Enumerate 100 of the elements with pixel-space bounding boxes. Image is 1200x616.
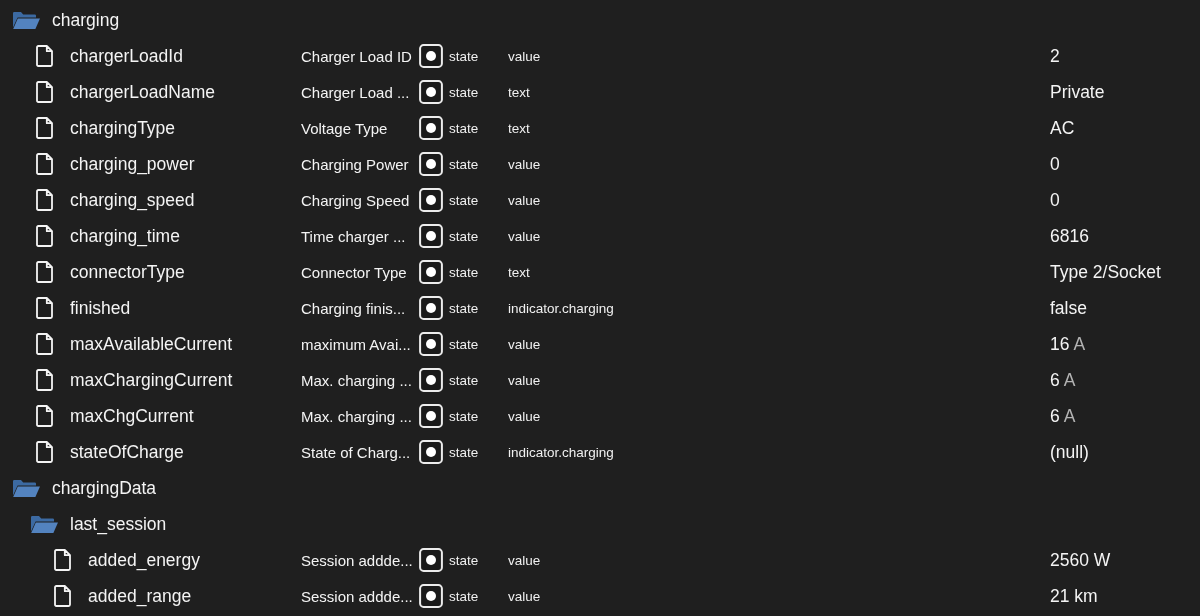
object-type: state bbox=[449, 228, 479, 244]
object-name[interactable]: added_range bbox=[88, 585, 192, 607]
value-unit: A bbox=[1063, 405, 1076, 426]
object-description: Charging Speed bbox=[301, 191, 410, 209]
object-description: Charger Load ... bbox=[301, 83, 410, 101]
object-name[interactable]: added_energy bbox=[88, 549, 200, 571]
dot-square-icon bbox=[419, 188, 443, 212]
object-role: value bbox=[508, 156, 541, 172]
object-name[interactable]: maxChargingCurrent bbox=[70, 369, 233, 391]
object-name[interactable]: chargerLoadName bbox=[70, 81, 215, 103]
object-name[interactable]: charging_speed bbox=[70, 189, 195, 211]
dot-square-icon bbox=[419, 548, 443, 572]
object-type: state bbox=[449, 300, 479, 316]
object-name[interactable]: maxChgCurrent bbox=[70, 405, 194, 427]
file-icon bbox=[35, 81, 53, 103]
object-description: maximum Avai... bbox=[301, 335, 411, 353]
file-icon bbox=[35, 45, 53, 67]
object-role: value bbox=[508, 228, 541, 244]
object-name[interactable]: chargingData bbox=[52, 477, 157, 499]
folder-icon[interactable] bbox=[29, 514, 59, 534]
dot-square-icon bbox=[419, 584, 443, 608]
file-icon bbox=[35, 261, 53, 283]
object-value: 16 bbox=[1050, 333, 1070, 354]
object-description: Max. charging ... bbox=[301, 371, 412, 389]
object-description: Charging finis... bbox=[301, 299, 406, 317]
object-value: 0 bbox=[1050, 153, 1060, 174]
object-value: Private bbox=[1050, 81, 1105, 102]
file-icon bbox=[53, 585, 71, 607]
object-value: 2 bbox=[1050, 45, 1060, 66]
dot-square-icon bbox=[419, 44, 443, 68]
object-role: value bbox=[508, 336, 541, 352]
object-value: false bbox=[1050, 297, 1087, 318]
file-icon bbox=[35, 117, 53, 139]
object-name[interactable]: finished bbox=[70, 297, 131, 319]
object-name[interactable]: charging_power bbox=[70, 153, 195, 175]
object-value: 6 bbox=[1050, 405, 1060, 426]
object-type: state bbox=[449, 120, 479, 136]
file-icon bbox=[35, 297, 53, 319]
file-icon bbox=[35, 189, 53, 211]
object-name[interactable]: stateOfCharge bbox=[70, 441, 184, 463]
file-icon bbox=[35, 333, 53, 355]
object-description: Connector Type bbox=[301, 263, 407, 281]
file-icon bbox=[35, 405, 53, 427]
object-description: Session addde... bbox=[301, 551, 413, 569]
dot-square-icon bbox=[419, 260, 443, 284]
object-type: state bbox=[449, 84, 479, 100]
file-icon bbox=[35, 369, 53, 391]
object-description: Charger Load ID bbox=[301, 47, 412, 65]
dot-square-icon bbox=[419, 404, 443, 428]
folder-icon[interactable] bbox=[11, 478, 41, 498]
object-type: state bbox=[449, 372, 479, 388]
dot-square-icon bbox=[419, 224, 443, 248]
object-value: 2560 W bbox=[1050, 549, 1111, 570]
object-role: value bbox=[508, 192, 541, 208]
object-description: Max. charging ... bbox=[301, 407, 412, 425]
object-value: 6 bbox=[1050, 369, 1060, 390]
object-value: AC bbox=[1050, 117, 1075, 138]
object-role: value bbox=[508, 408, 541, 424]
dot-square-icon bbox=[419, 332, 443, 356]
object-description: Time charger ... bbox=[301, 227, 406, 245]
dot-square-icon bbox=[419, 152, 443, 176]
object-value: 21 km bbox=[1050, 585, 1098, 606]
object-value: 0 bbox=[1050, 189, 1060, 210]
object-role: text bbox=[508, 84, 530, 100]
dot-square-icon bbox=[419, 296, 443, 320]
value-unit: A bbox=[1063, 369, 1076, 390]
dot-square-icon bbox=[419, 116, 443, 140]
object-value: Type 2/Socket bbox=[1050, 261, 1161, 282]
object-type: state bbox=[449, 552, 479, 568]
object-type: state bbox=[449, 264, 479, 280]
object-description: State of Charg... bbox=[301, 443, 411, 461]
object-name[interactable]: chargerLoadId bbox=[70, 45, 183, 67]
object-role: indicator.charging bbox=[508, 300, 614, 316]
file-icon bbox=[35, 441, 53, 463]
folder-icon[interactable] bbox=[11, 10, 41, 30]
object-name[interactable]: charging_time bbox=[70, 225, 180, 247]
dot-square-icon bbox=[419, 440, 443, 464]
object-value: 6816 bbox=[1050, 225, 1089, 246]
object-role: indicator.charging bbox=[508, 444, 614, 460]
object-description: Charging Power bbox=[301, 155, 409, 173]
object-description: Voltage Type bbox=[301, 119, 388, 137]
object-type: state bbox=[449, 156, 479, 172]
file-icon bbox=[35, 225, 53, 247]
object-name[interactable]: chargingType bbox=[70, 117, 176, 139]
object-type: state bbox=[449, 48, 479, 64]
file-icon bbox=[35, 153, 53, 175]
object-role: value bbox=[508, 552, 541, 568]
object-type: state bbox=[449, 336, 479, 352]
object-description: Session addde... bbox=[301, 587, 413, 605]
object-name[interactable]: last_session bbox=[70, 513, 167, 535]
object-role: value bbox=[508, 588, 541, 604]
object-type: state bbox=[449, 588, 479, 604]
object-type: state bbox=[449, 192, 479, 208]
object-name[interactable]: connectorType bbox=[70, 261, 185, 283]
object-name[interactable]: charging bbox=[52, 9, 120, 31]
object-value: (null) bbox=[1050, 441, 1089, 462]
object-role: value bbox=[508, 48, 541, 64]
object-type: state bbox=[449, 444, 479, 460]
object-name[interactable]: maxAvailableCurrent bbox=[70, 333, 233, 355]
dot-square-icon bbox=[419, 368, 443, 392]
